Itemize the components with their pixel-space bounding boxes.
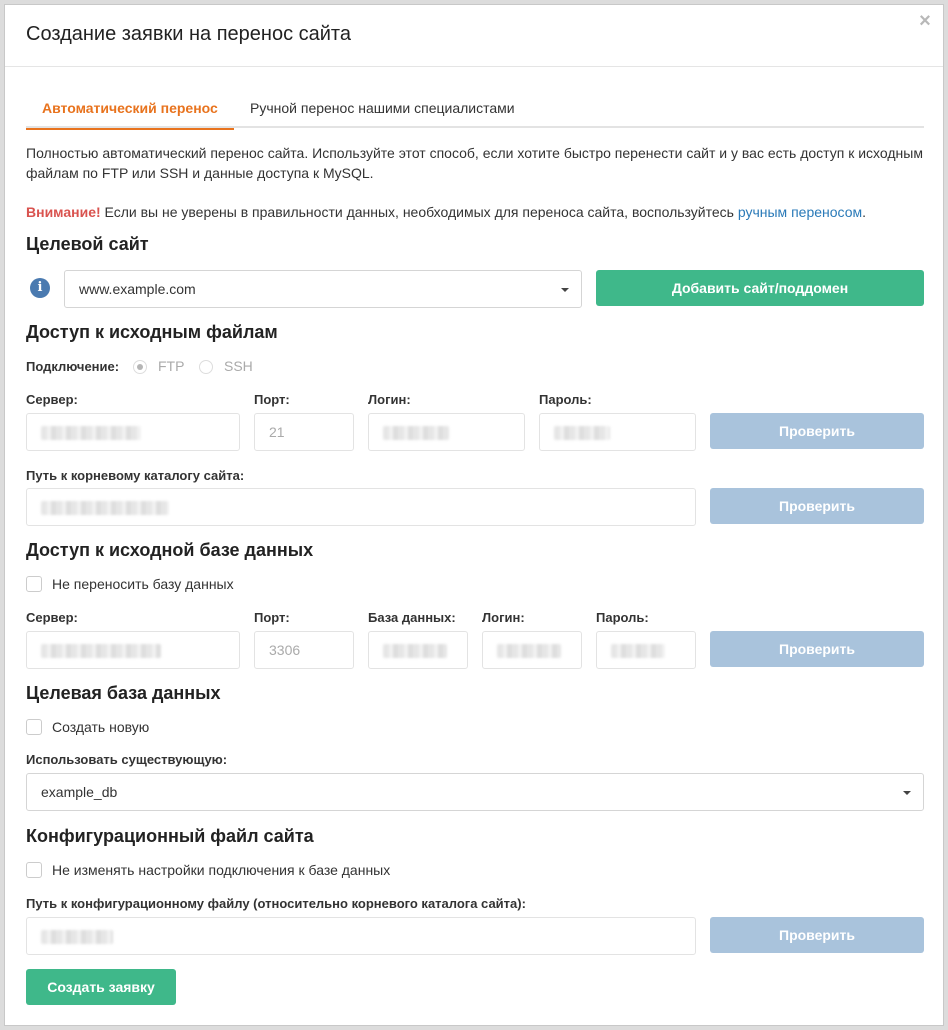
db-port-field[interactable]: 3306 (254, 631, 354, 669)
ftp-radio[interactable] (133, 360, 147, 374)
description-text: Полностью автоматический перенос сайта. … (26, 145, 923, 181)
target-site-heading: Целевой сайт (26, 234, 149, 254)
root-path-field[interactable] (26, 488, 696, 526)
db-name-field[interactable] (368, 631, 468, 669)
info-icon[interactable]: i (30, 278, 50, 298)
create-request-button[interactable]: Создать заявку (26, 969, 176, 1005)
db-port-label: Порт: (254, 610, 290, 625)
ftp-label: FTP (158, 358, 185, 374)
ftp-password-field[interactable] (539, 413, 696, 451)
files-access-heading: Доступ к исходным файлам (26, 322, 278, 342)
db-access-heading: Доступ к исходной базе данных (26, 540, 314, 560)
db-server-field[interactable] (26, 631, 240, 669)
config-path-label: Путь к конфигурационному файлу (относите… (26, 896, 526, 911)
existing-db-value: example_db (41, 784, 118, 800)
create-new-db-label: Создать новую (52, 719, 150, 735)
connection-label: Подключение: (26, 359, 120, 374)
manual-transfer-link[interactable]: ручным переносом (738, 204, 862, 220)
ftp-port-field[interactable]: 21 (254, 413, 354, 451)
modal-header: Создание заявки на перенос сайта × (5, 5, 943, 67)
db-login-field[interactable] (482, 631, 582, 669)
check-config-button[interactable]: Проверить (710, 917, 924, 953)
warning-text: Внимание! Если вы не уверены в правильно… (26, 202, 866, 222)
no-change-config-label: Не изменять настройки подключения к базе… (52, 862, 391, 878)
ftp-server-field[interactable] (26, 413, 240, 451)
root-path-label: Путь к корневому каталогу сайта: (26, 468, 245, 483)
db-server-label: Сервер: (26, 610, 78, 625)
modal-title: Создание заявки на перенос сайта (26, 23, 351, 45)
add-site-button[interactable]: Добавить сайт/поддомен (596, 270, 924, 306)
password-label: Пароль: (539, 392, 592, 407)
chevron-down-icon (903, 791, 911, 795)
warning-prefix: Внимание! (26, 204, 101, 220)
use-existing-label: Использовать существующую: (26, 752, 228, 767)
chevron-down-icon (561, 288, 569, 292)
db-login-label: Логин: (482, 610, 525, 625)
ssh-label: SSH (224, 358, 253, 374)
target-db-heading: Целевая база данных (26, 683, 221, 703)
check-db-button[interactable]: Проверить (710, 631, 924, 667)
transfer-request-modal: Создание заявки на перенос сайта × Автом… (4, 4, 944, 1026)
ftp-login-field[interactable] (368, 413, 525, 451)
port-label: Порт: (254, 392, 290, 407)
tab-manual[interactable]: Ручной перенос нашими специалистами (234, 91, 531, 128)
server-label: Сервер: (26, 392, 78, 407)
no-change-config-checkbox[interactable] (26, 862, 42, 878)
ssh-radio[interactable] (199, 360, 213, 374)
db-password-field[interactable] (596, 631, 696, 669)
config-file-heading: Конфигурационный файл сайта (26, 826, 314, 846)
target-site-select[interactable]: www.example.com (64, 270, 582, 308)
db-name-label: База данных: (368, 610, 456, 625)
tab-automatic[interactable]: Автоматический перенос (26, 91, 234, 130)
close-icon[interactable]: × (913, 9, 937, 33)
no-transfer-db-label: Не переносить базу данных (52, 576, 234, 592)
db-password-label: Пароль: (596, 610, 649, 625)
no-transfer-db-checkbox[interactable] (26, 576, 42, 592)
target-site-value: www.example.com (79, 281, 196, 297)
transfer-tabs: Автоматический перенос Ручной перенос на… (26, 91, 924, 130)
create-new-db-checkbox[interactable] (26, 719, 42, 735)
config-path-field[interactable] (26, 917, 696, 955)
warning-suffix: . (862, 204, 866, 220)
warning-body: Если вы не уверены в правильности данных… (100, 204, 738, 220)
check-ftp-button[interactable]: Проверить (710, 413, 924, 449)
existing-db-select[interactable]: example_db (26, 773, 924, 811)
check-root-path-button[interactable]: Проверить (710, 488, 924, 524)
login-label: Логин: (368, 392, 411, 407)
